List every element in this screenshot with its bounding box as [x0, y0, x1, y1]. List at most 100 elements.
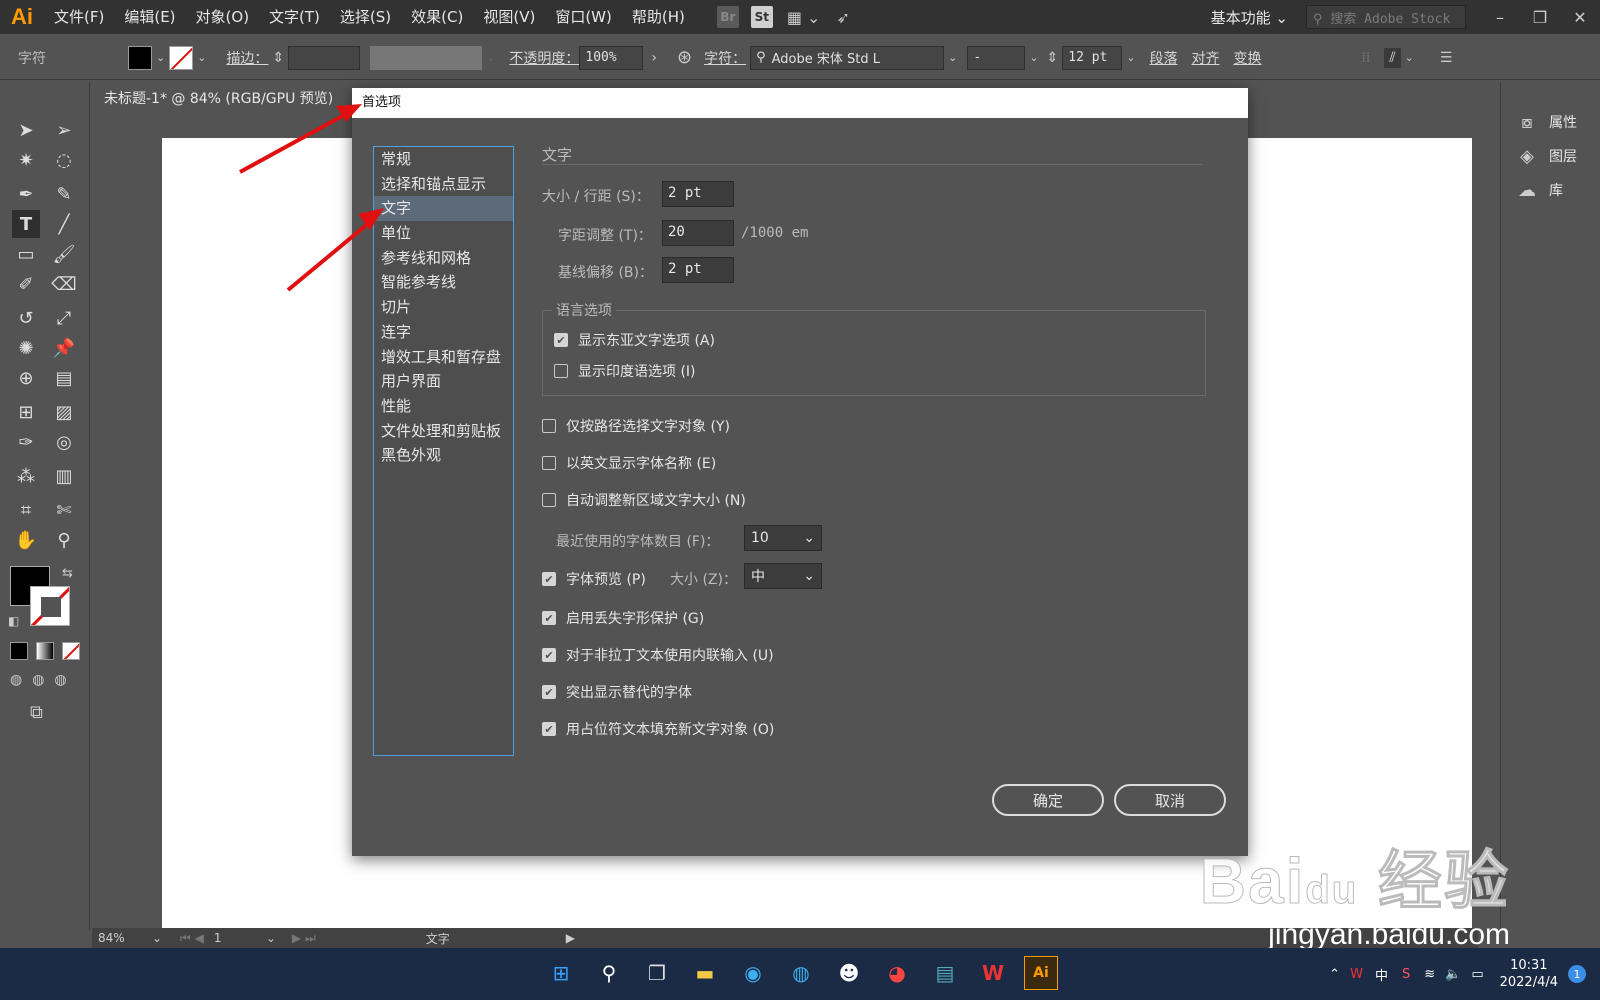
- rectangle-tool-icon[interactable]: ▭: [12, 240, 40, 268]
- selection-tool-icon[interactable]: ➤: [12, 116, 40, 144]
- hand-tool-icon[interactable]: ✋: [12, 526, 40, 554]
- layers-panel-button[interactable]: ◈ 图层: [1515, 144, 1577, 168]
- chevron-down-icon[interactable]: ⌄: [152, 931, 180, 945]
- checkbox[interactable]: [542, 493, 556, 507]
- type-tool-icon[interactable]: T: [12, 210, 40, 238]
- fill-placeholder-text-option[interactable]: ✔ 用占位符文本填充新文字对象 (O): [542, 719, 774, 739]
- checkbox[interactable]: ✔: [542, 722, 556, 736]
- wifi-icon[interactable]: ≋: [1424, 967, 1435, 982]
- checkbox[interactable]: [554, 364, 568, 378]
- ok-button[interactable]: 确定: [992, 784, 1104, 816]
- preview-size-select[interactable]: 中 ⌄: [744, 563, 822, 589]
- status-menu-icon[interactable]: ▶: [566, 931, 575, 945]
- warp-tool-icon[interactable]: ✺: [12, 334, 40, 362]
- checkbox[interactable]: ✔: [554, 333, 568, 347]
- restore-icon[interactable]: ❐: [1520, 8, 1560, 27]
- menu-edit[interactable]: 编辑(E): [114, 0, 185, 34]
- nav-item-performance[interactable]: 性能: [374, 394, 513, 419]
- libraries-panel-button[interactable]: ☁ 库: [1515, 178, 1563, 202]
- recent-fonts-select[interactable]: 10 ⌄: [744, 525, 822, 551]
- menu-window[interactable]: 窗口(W): [545, 0, 622, 34]
- transform-link[interactable]: 变换: [1233, 48, 1261, 68]
- blend-tool-icon[interactable]: ◎: [50, 428, 78, 456]
- checkbox[interactable]: ✔: [542, 648, 556, 662]
- font-style-input[interactable]: -: [967, 45, 1026, 70]
- first-artboard-icon[interactable]: ⏮ ◀: [180, 931, 204, 946]
- column-graph-tool-icon[interactable]: ▥: [50, 462, 78, 490]
- artboard-number[interactable]: 1: [214, 931, 266, 945]
- direct-selection-tool-icon[interactable]: ➢: [50, 116, 78, 144]
- eraser-tool-icon[interactable]: ⌫: [50, 270, 78, 298]
- font-size-input[interactable]: 12 pt: [1062, 45, 1123, 70]
- checkbox[interactable]: ✔: [542, 685, 556, 699]
- panel-menu-icon[interactable]: ☰: [1440, 50, 1453, 66]
- artboard-tool-icon[interactable]: ⌗: [12, 496, 40, 524]
- menu-help[interactable]: 帮助(H): [622, 0, 695, 34]
- menu-object[interactable]: 对象(O): [186, 0, 260, 34]
- chrome-icon[interactable]: ◕: [880, 956, 914, 990]
- magic-wand-tool-icon[interactable]: ✷: [12, 146, 40, 174]
- cancel-button[interactable]: 取消: [1114, 784, 1226, 816]
- rotate-tool-icon[interactable]: ↺: [12, 304, 40, 332]
- minimize-icon[interactable]: –: [1480, 8, 1520, 27]
- slice-tool-icon[interactable]: ✄: [50, 496, 78, 524]
- illustrator-taskbar-icon[interactable]: Ai: [1024, 956, 1058, 990]
- menu-file[interactable]: 文件(F): [44, 0, 114, 34]
- draw-mode-icons[interactable]: ◍◍◍: [10, 672, 77, 688]
- checkbox[interactable]: [542, 419, 556, 433]
- inline-input-option[interactable]: ✔ 对于非拉丁文本使用内联输入 (U): [542, 645, 774, 665]
- chevron-down-icon[interactable]: ⌄: [1405, 51, 1414, 64]
- chevron-right-icon[interactable]: ›: [651, 50, 657, 66]
- chevron-down-icon[interactable]: ⌄: [1029, 51, 1038, 64]
- start-icon[interactable]: ⊞: [544, 956, 578, 990]
- nav-item-user-interface[interactable]: 用户界面: [374, 369, 513, 394]
- eyedropper-tool-icon[interactable]: ✑: [12, 428, 40, 456]
- menu-type[interactable]: 文字(T): [259, 0, 330, 34]
- screen-mode-icon[interactable]: ⧉: [30, 702, 43, 723]
- highlight-substituted-fonts-option[interactable]: ✔ 突出显示替代的字体: [542, 682, 692, 702]
- stroke-color-box[interactable]: [30, 586, 70, 626]
- checkbox[interactable]: [542, 456, 556, 470]
- checkbox[interactable]: ✔: [542, 572, 556, 586]
- grid-icon[interactable]: ⁞⁞: [1361, 50, 1370, 66]
- file-explorer-icon[interactable]: ▬: [688, 956, 722, 990]
- size-leading-input[interactable]: 2 pt: [662, 181, 734, 207]
- browser-icon[interactable]: ◍: [784, 956, 818, 990]
- nav-item-slices[interactable]: 切片: [374, 295, 513, 320]
- task-view-icon[interactable]: ❐: [640, 956, 674, 990]
- zoom-tool-icon[interactable]: ⚲: [50, 526, 78, 554]
- mesh-tool-icon[interactable]: ⊞: [12, 398, 40, 426]
- color-mode-icon[interactable]: [10, 642, 28, 660]
- variable-width-profile[interactable]: [370, 45, 483, 70]
- paintbrush-tool-icon[interactable]: 🖌: [50, 240, 78, 268]
- missing-glyph-protection-option[interactable]: ✔ 启用丢失字形保护 (G): [542, 608, 704, 628]
- stock-button[interactable]: St: [750, 6, 773, 28]
- shape-builder-tool-icon[interactable]: ⊕: [12, 364, 40, 392]
- perspective-grid-tool-icon[interactable]: ▤: [50, 364, 78, 392]
- workspace-switcher[interactable]: 基本功能 ⌄: [1211, 7, 1288, 28]
- chevron-up-icon[interactable]: ⌃: [1329, 967, 1340, 982]
- fill-swatch[interactable]: [128, 45, 152, 70]
- next-artboard-icon[interactable]: ▶ ⏭: [292, 931, 316, 946]
- chevron-down-icon[interactable]: ⌄: [197, 51, 206, 64]
- shaper-tool-icon[interactable]: ✐: [12, 270, 40, 298]
- pen-tool-icon[interactable]: ✒: [12, 180, 40, 208]
- english-font-names-option[interactable]: 以英文显示字体名称 (E): [542, 453, 716, 473]
- show-east-asian-option[interactable]: ✔ 显示东亚文字选项 (A): [554, 330, 715, 350]
- gpu-rocket-icon[interactable]: ➶: [836, 8, 849, 27]
- properties-panel-button[interactable]: ⧇ 属性: [1515, 110, 1577, 134]
- chevron-down-icon[interactable]: ⌄: [1126, 51, 1135, 64]
- curvature-tool-icon[interactable]: ✎: [50, 180, 78, 208]
- search-icon[interactable]: ⚲: [592, 956, 626, 990]
- zoom-level[interactable]: 84%: [92, 931, 152, 945]
- stroke-swatch[interactable]: [169, 45, 194, 70]
- paragraph-link[interactable]: 段落: [1149, 48, 1177, 68]
- battery-icon[interactable]: ▭: [1471, 967, 1483, 982]
- menu-effect[interactable]: 效果(C): [401, 0, 473, 34]
- ime-indicator[interactable]: 中: [1375, 965, 1388, 984]
- notepad-icon[interactable]: ▤: [928, 956, 962, 990]
- opacity-input[interactable]: 100%: [579, 45, 644, 70]
- qq-icon[interactable]: ☻: [832, 956, 866, 990]
- nav-item-guides-grid[interactable]: 参考线和网格: [374, 246, 513, 271]
- default-colors-icon[interactable]: ◧: [8, 614, 19, 628]
